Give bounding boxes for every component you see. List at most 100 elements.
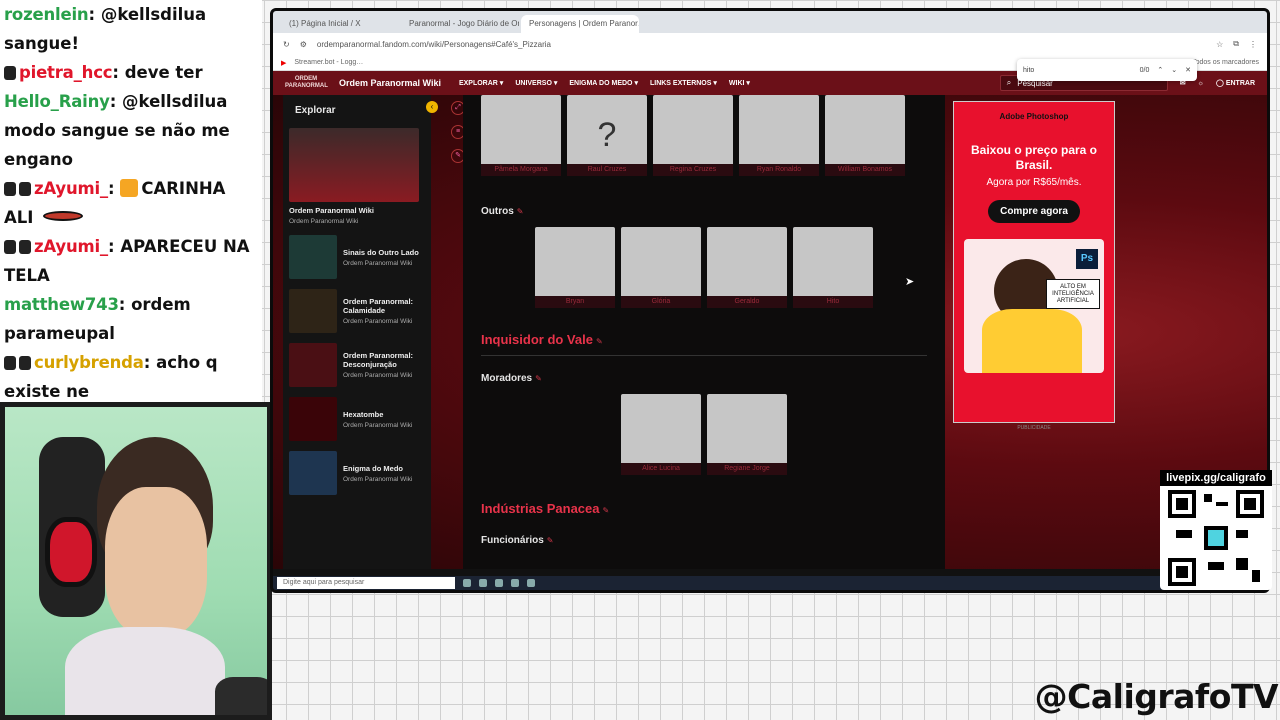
chat-badge-icon bbox=[4, 356, 16, 370]
character-card[interactable]: Bryan bbox=[535, 227, 615, 308]
taskbar-search[interactable]: Digite aqui para pesquisar bbox=[277, 577, 455, 589]
theme-icon[interactable]: ☼ bbox=[1198, 80, 1204, 87]
explore-item[interactable]: Enigma do Medo Ordem Paranormal Wiki bbox=[289, 451, 425, 495]
bookmark-item[interactable]: Streamer.bot - Logg… bbox=[294, 59, 363, 66]
collapse-toggle-icon[interactable]: ‹ bbox=[426, 101, 438, 113]
advertisement[interactable]: Adobe Photoshop Baixou o preço para o Br… bbox=[953, 101, 1115, 423]
nav-wiki[interactable]: WIKI ▾ bbox=[729, 79, 750, 87]
nav-universo[interactable]: UNIVERSO ▾ bbox=[515, 79, 557, 87]
ai-tag: ALTO EM INTELIGÊNCIA ARTIFICIAL bbox=[1046, 279, 1100, 309]
livepix-qr: livepix.gg/caligrafo bbox=[1160, 470, 1272, 590]
all-bookmarks[interactable]: Todos os marcadores bbox=[1192, 59, 1259, 66]
funcionarios-heading: Funcionários ✎ bbox=[481, 535, 554, 546]
edit-icon[interactable]: ✎ bbox=[547, 536, 554, 545]
character-card[interactable]: ? Raul Cruzes bbox=[567, 95, 647, 176]
find-count: 0/0 bbox=[1139, 66, 1150, 74]
taskbar-app-icon[interactable] bbox=[463, 579, 471, 587]
taskbar-app-icon[interactable] bbox=[479, 579, 487, 587]
chat-username[interactable]: zAyumi_ bbox=[34, 179, 108, 198]
webcam-feed bbox=[5, 407, 267, 715]
chat-message: curlybrenda: acho q existe ne bbox=[4, 353, 218, 401]
menu-icon[interactable]: ⋮ bbox=[1249, 40, 1257, 49]
browser-tab[interactable]: Paranormal - Jogo Diário de Or… bbox=[401, 15, 519, 33]
character-card[interactable]: Ryan Ronaldo bbox=[739, 95, 819, 176]
tab-strip: (1) Página Inicial / X Paranormal - Jogo… bbox=[273, 11, 1267, 33]
chat-badge-icon bbox=[19, 182, 31, 196]
chat-username[interactable]: zAyumi_ bbox=[34, 237, 108, 256]
explore-sidebar: Explorar Ordem Paranormal Wiki Ordem Para… bbox=[283, 95, 431, 569]
browser-tab[interactable]: (1) Página Inicial / X bbox=[281, 15, 399, 33]
find-input[interactable]: hito bbox=[1023, 67, 1132, 74]
chat-username[interactable]: Hello_Rainy bbox=[4, 92, 110, 111]
character-card[interactable]: Regiane Jorge bbox=[707, 394, 787, 475]
outros-heading: Outros ✎ bbox=[481, 206, 524, 217]
wiki-logo[interactable]: ORDEM PARANORMAL bbox=[285, 76, 328, 90]
ad-brand: Adobe Photoshop bbox=[999, 112, 1069, 121]
chat-username[interactable]: rozenlein bbox=[4, 5, 89, 24]
character-card[interactable]: Alice Lucina bbox=[621, 394, 701, 475]
moradores-heading: Moradores ✎ bbox=[481, 373, 542, 384]
chat-message: zAyumi_: CARINHA ALI bbox=[4, 179, 226, 227]
reload-icon[interactable]: ↻ bbox=[283, 40, 290, 49]
explore-item[interactable]: Ordem Paranormal: Calamidade Ordem Parano… bbox=[289, 289, 425, 333]
ad-cta-button[interactable]: Compre agora bbox=[988, 200, 1080, 223]
browser-tab-active[interactable]: Personagens | Ordem Paranor… bbox=[521, 15, 639, 33]
chat-username[interactable]: matthew743 bbox=[4, 295, 119, 314]
chat-message: zAyumi_: APARECEU NA TELA bbox=[4, 237, 250, 285]
edit-icon[interactable]: ✎ bbox=[535, 374, 542, 383]
chat-message: matthew743: ordem parameupal bbox=[4, 295, 191, 343]
taskbar-app-icon[interactable] bbox=[511, 579, 519, 587]
explore-item[interactable]: Ordem Paranormal: Desconjuração Ordem Par… bbox=[289, 343, 425, 387]
character-card[interactable]: William Bonamos bbox=[825, 95, 905, 176]
chat-text: deve ter bbox=[124, 63, 203, 82]
taskbar: Digite aqui para pesquisar bbox=[273, 576, 1267, 590]
article-body: Pâmela Morgana ? Raul Cruzes Regina Cruz… bbox=[463, 95, 945, 569]
section-heading: Inquisidor do Vale ✎ bbox=[481, 331, 927, 356]
address-bar: ↻ ⚙ ordemparanormal.fandom.com/wiki/Pers… bbox=[273, 33, 1267, 55]
mouth-emote-icon bbox=[43, 211, 84, 221]
nav-enigma[interactable]: ENIGMA DO MEDO ▾ bbox=[569, 79, 638, 87]
edit-icon[interactable]: ✎ bbox=[596, 337, 603, 346]
edit-icon[interactable]: ✎ bbox=[517, 207, 524, 216]
chat-badge-icon bbox=[4, 66, 16, 80]
chat-message: Hello_Rainy: @kellsdilua modo sangue se … bbox=[4, 92, 230, 169]
livepix-label: livepix.gg/caligrafo bbox=[1160, 470, 1272, 486]
character-card[interactable]: Geraldo bbox=[707, 227, 787, 308]
find-close-icon[interactable]: ✕ bbox=[1185, 66, 1191, 74]
chat-badge-icon bbox=[4, 182, 16, 196]
channel-handle: @CaligrafoTV bbox=[1034, 677, 1279, 716]
character-card[interactable]: Pâmela Morgana bbox=[481, 95, 561, 176]
bookmark-star-icon[interactable]: ☆ bbox=[1216, 40, 1223, 49]
url-field[interactable]: ordemparanormal.fandom.com/wiki/Personag… bbox=[317, 40, 1206, 49]
chat-message: pietra_hcc: deve ter bbox=[4, 58, 258, 87]
ad-artwork: Ps ALTO EM INTELIGÊNCIA ARTIFICIAL bbox=[964, 239, 1104, 373]
explore-item[interactable]: Ordem Paranormal Wiki Ordem Paranormal Wi… bbox=[289, 128, 425, 225]
chat-badge-icon bbox=[4, 240, 16, 254]
nav-explorar[interactable]: EXPLORAR ▾ bbox=[459, 79, 503, 87]
ad-label: PUBLICIDADE bbox=[1017, 425, 1051, 431]
wiki-title[interactable]: Ordem Paranormal Wiki bbox=[339, 78, 441, 88]
taskbar-app-icon[interactable] bbox=[527, 579, 535, 587]
character-card[interactable]: Hito bbox=[793, 227, 873, 308]
browser-window: (1) Página Inicial / X Paranormal - Jogo… bbox=[270, 8, 1270, 593]
ad-subline: Agora por R$65/mês. bbox=[986, 177, 1082, 188]
nav-links[interactable]: LINKS EXTERNOS ▾ bbox=[650, 79, 717, 87]
card-row-moradores: Alice Lucina Regiane Jorge bbox=[621, 394, 927, 475]
card-row-outros: Bryan Glória Geraldo Hito bbox=[535, 227, 927, 308]
find-prev-icon[interactable]: ⌃ bbox=[1157, 66, 1163, 74]
character-card[interactable]: Regina Cruzes bbox=[653, 95, 733, 176]
edit-icon[interactable]: ✎ bbox=[603, 506, 610, 515]
chat-username[interactable]: curlybrenda bbox=[34, 353, 144, 372]
youtube-icon[interactable]: ▶ bbox=[281, 59, 286, 67]
extensions-icon[interactable]: ⧉ bbox=[1233, 39, 1239, 49]
explore-item[interactable]: Hexatombe Ordem Paranormal Wiki bbox=[289, 397, 425, 441]
find-bar: hito 0/0 ⌃ ⌄ ✕ bbox=[1017, 59, 1197, 81]
login-button[interactable]: ◯ ENTRAR bbox=[1216, 79, 1255, 87]
chat-username[interactable]: pietra_hcc bbox=[19, 63, 113, 82]
explore-title: Explorar bbox=[295, 105, 336, 116]
find-next-icon[interactable]: ⌄ bbox=[1171, 66, 1177, 74]
character-card[interactable]: Glória bbox=[621, 227, 701, 308]
site-info-icon[interactable]: ⚙ bbox=[300, 40, 307, 49]
taskbar-app-icon[interactable] bbox=[495, 579, 503, 587]
explore-item[interactable]: Sinais do Outro Lado Ordem Paranormal Wik… bbox=[289, 235, 425, 279]
